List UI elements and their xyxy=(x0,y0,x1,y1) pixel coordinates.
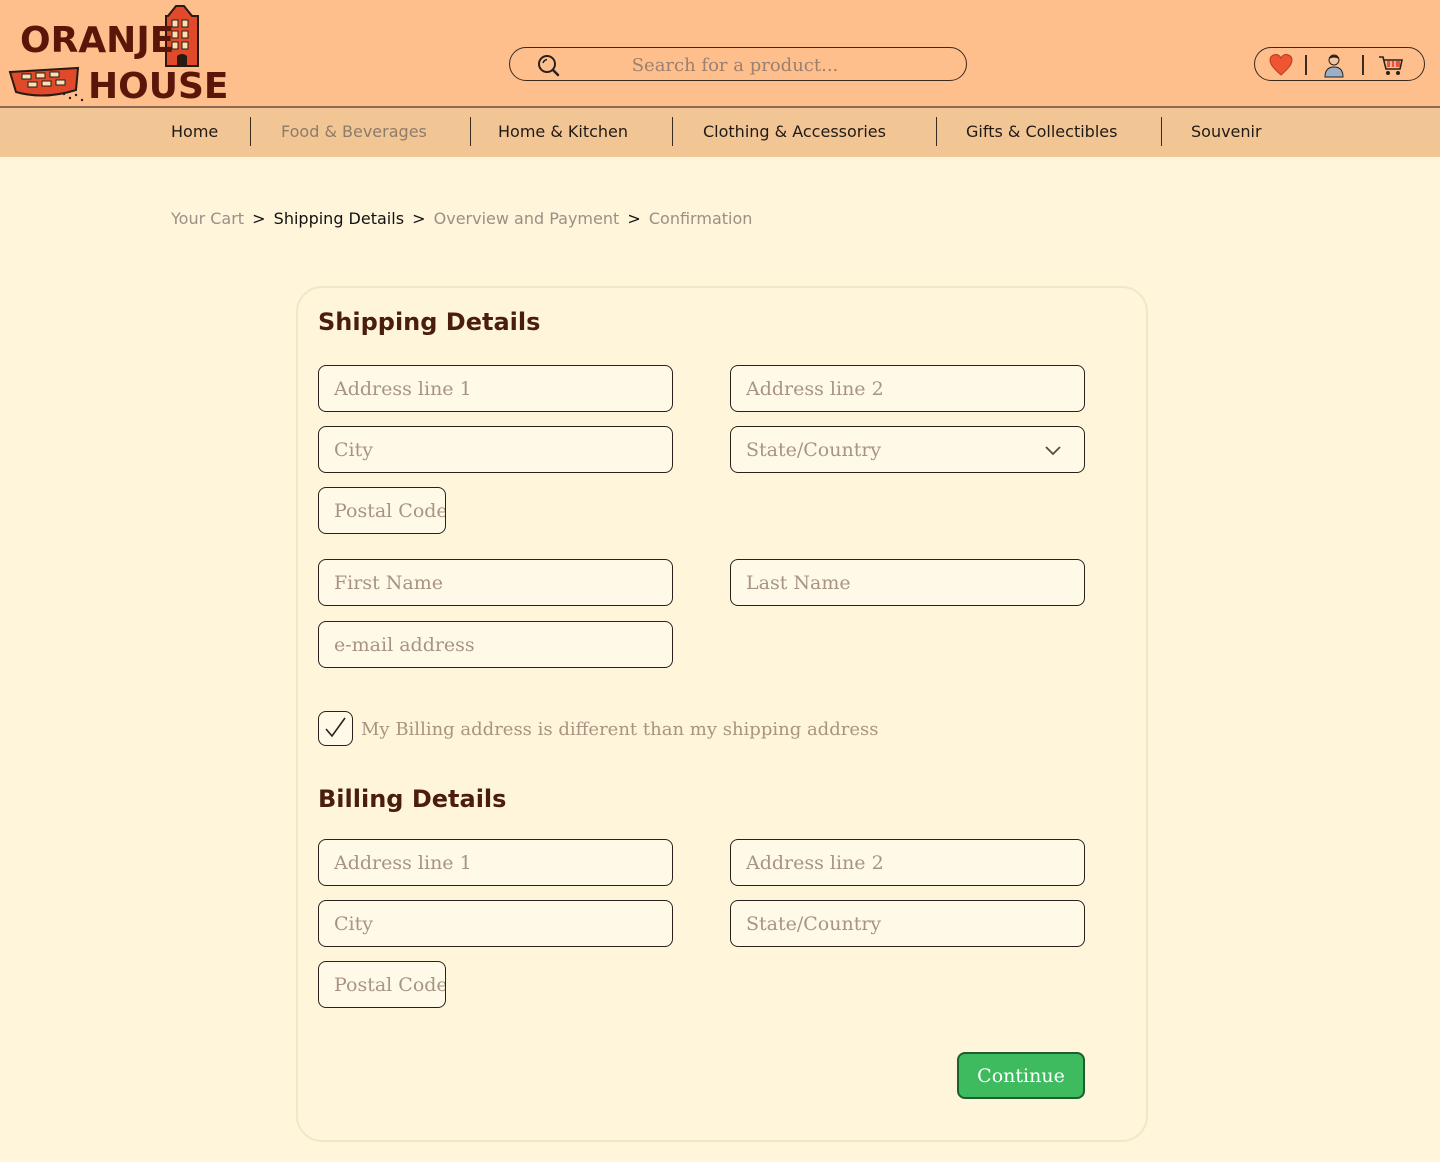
shipping-state-input[interactable] xyxy=(731,427,1084,472)
checkout-breadcrumb: Your Cart > Shipping Details > Overview … xyxy=(171,209,752,228)
shipping-address2-field xyxy=(730,365,1085,412)
checkmark-icon xyxy=(325,717,346,738)
shipping-city-input[interactable] xyxy=(319,427,672,472)
action-divider xyxy=(1305,55,1307,75)
brand-name-line1: ORANJE xyxy=(20,20,175,61)
nav-item-home-kitchen[interactable]: Home & Kitchen xyxy=(498,122,628,141)
nav-item-home[interactable]: Home xyxy=(171,122,218,141)
action-divider xyxy=(1362,55,1364,75)
billing-address2-field xyxy=(730,839,1085,886)
email-field xyxy=(318,621,673,668)
nav-item-food-beverages[interactable]: Food & Beverages xyxy=(281,122,427,141)
search-icon[interactable] xyxy=(536,53,560,77)
account-button[interactable] xyxy=(1320,51,1348,79)
first-name-input[interactable] xyxy=(319,560,672,605)
billing-different-label[interactable]: My Billing address is different than my … xyxy=(361,719,878,740)
breadcrumb-overview-payment[interactable]: Overview and Payment xyxy=(434,209,620,228)
billing-address2-input[interactable] xyxy=(731,840,1084,885)
shopping-cart-icon xyxy=(1379,56,1403,75)
shipping-details-title: Shipping Details xyxy=(318,308,541,336)
breadcrumb-shipping-details: Shipping Details xyxy=(273,209,405,228)
billing-postal-field xyxy=(318,961,446,1008)
breadcrumb-your-cart[interactable]: Your Cart xyxy=(171,209,244,228)
billing-postal-input[interactable] xyxy=(319,962,445,1007)
nav-divider xyxy=(936,117,937,146)
continue-button[interactable]: Continue xyxy=(957,1052,1085,1099)
site-header: ORANJE HOUSE xyxy=(0,0,1440,108)
cart-button[interactable] xyxy=(1377,51,1405,79)
breadcrumb-separator: > xyxy=(412,209,426,228)
nav-item-clothing-accessories[interactable]: Clothing & Accessories xyxy=(703,122,886,141)
breadcrumb-confirmation[interactable]: Confirmation xyxy=(649,209,753,228)
billing-details-title: Billing Details xyxy=(318,785,507,813)
breadcrumb-separator: > xyxy=(252,209,266,228)
billing-state-field xyxy=(730,900,1085,947)
billing-address1-input[interactable] xyxy=(319,840,672,885)
nav-divider xyxy=(470,117,471,146)
header-actions xyxy=(1254,47,1425,81)
nav-divider xyxy=(250,117,251,146)
heart-icon xyxy=(1269,53,1293,76)
wishlist-button[interactable] xyxy=(1267,51,1295,79)
chevron-down-icon[interactable] xyxy=(1044,443,1062,457)
shipping-address1-input[interactable] xyxy=(319,366,672,411)
shipping-postal-input[interactable] xyxy=(319,488,445,533)
shipping-address1-field xyxy=(318,365,673,412)
user-icon xyxy=(1324,54,1344,78)
billing-city-input[interactable] xyxy=(319,901,672,946)
category-nav: Home Food & Beverages Home & Kitchen Clo… xyxy=(0,108,1440,157)
breadcrumb-separator: > xyxy=(627,209,641,228)
nav-divider xyxy=(672,117,673,146)
checkout-form-card xyxy=(296,286,1148,1142)
billing-address1-field xyxy=(318,839,673,886)
first-name-field xyxy=(318,559,673,606)
billing-different-checkbox[interactable] xyxy=(318,711,353,746)
shipping-postal-field xyxy=(318,487,446,534)
shipping-address2-input[interactable] xyxy=(731,366,1084,411)
nav-item-gifts-collectibles[interactable]: Gifts & Collectibles xyxy=(966,122,1117,141)
shipping-city-field xyxy=(318,426,673,473)
brand-logo[interactable]: ORANJE HOUSE xyxy=(4,2,228,107)
brand-name-line2: HOUSE xyxy=(88,66,229,107)
billing-city-field xyxy=(318,900,673,947)
search-bar xyxy=(509,47,967,81)
billing-state-input[interactable] xyxy=(731,901,1084,946)
shipping-state-select[interactable] xyxy=(730,426,1085,473)
last-name-field xyxy=(730,559,1085,606)
email-input[interactable] xyxy=(319,622,672,667)
nav-divider xyxy=(1161,117,1162,146)
search-input[interactable] xyxy=(570,52,900,78)
nav-item-souvenir[interactable]: Souvenir xyxy=(1191,122,1262,141)
last-name-input[interactable] xyxy=(731,560,1084,605)
